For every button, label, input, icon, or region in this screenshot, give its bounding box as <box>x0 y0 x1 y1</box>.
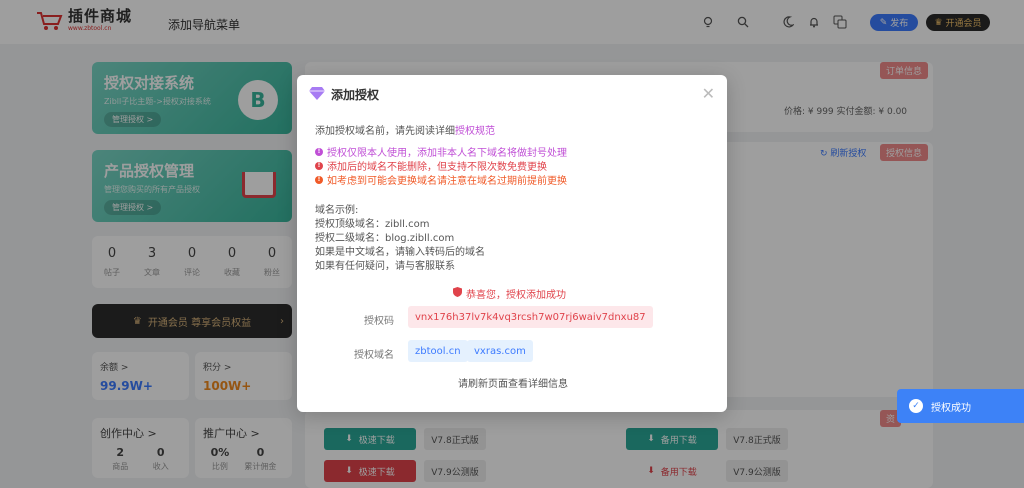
check-icon: ✓ <box>909 399 923 413</box>
auth-code-value[interactable]: vnx176h37lv7k4vq3rcsh7w07rj6waiv7dnxu87 <box>408 306 653 328</box>
diamond-icon <box>309 86 325 103</box>
example-line: 授权顶级域名：zibll.com <box>315 219 430 230</box>
domain-chip[interactable]: vxras.com <box>467 340 533 362</box>
warning-2: ! 添加后的域名不能删除，但支持不限次数免费更换 <box>315 158 547 173</box>
success-message: 恭喜您，授权添加成功 <box>453 286 566 301</box>
example-title: 域名示例: <box>315 205 359 216</box>
success-toast[interactable]: ✓ 授权成功 <box>897 389 1024 423</box>
info-icon: ! <box>315 175 323 184</box>
auth-code-label: 授权码 <box>364 316 394 327</box>
info-icon: ! <box>315 147 323 156</box>
warning-1: ! 授权仅限本人使用，添加非本人名下域名将做封号处理 <box>315 144 567 159</box>
warning-3: ! 如考虑到可能会更换域名请注意在域名过期前提前更换 <box>315 172 567 187</box>
close-icon[interactable]: ✕ <box>702 84 715 103</box>
add-auth-modal: 添加授权 ✕ 添加授权域名前，请先阅读详细授权规范 ! 授权仅限本人使用，添加非… <box>297 75 727 412</box>
shield-icon <box>453 287 462 300</box>
example-line: 如果是中文域名，请输入转码后的域名 <box>315 247 485 258</box>
domain-chip[interactable]: zbtool.cn <box>408 340 468 362</box>
example-line: 如果有任何疑问，请与客服联系 <box>315 261 455 272</box>
modal-footer-note: 请刷新页面查看详细信息 <box>458 379 568 390</box>
info-icon: ! <box>315 161 323 170</box>
auth-rules-link[interactable]: 授权规范 <box>455 126 495 137</box>
modal-intro: 添加授权域名前，请先阅读详细授权规范 <box>315 126 495 137</box>
example-line: 授权二级域名：blog.zibll.com <box>315 233 455 244</box>
modal-title: 添加授权 <box>309 86 379 103</box>
auth-domain-label: 授权域名 <box>354 350 394 361</box>
